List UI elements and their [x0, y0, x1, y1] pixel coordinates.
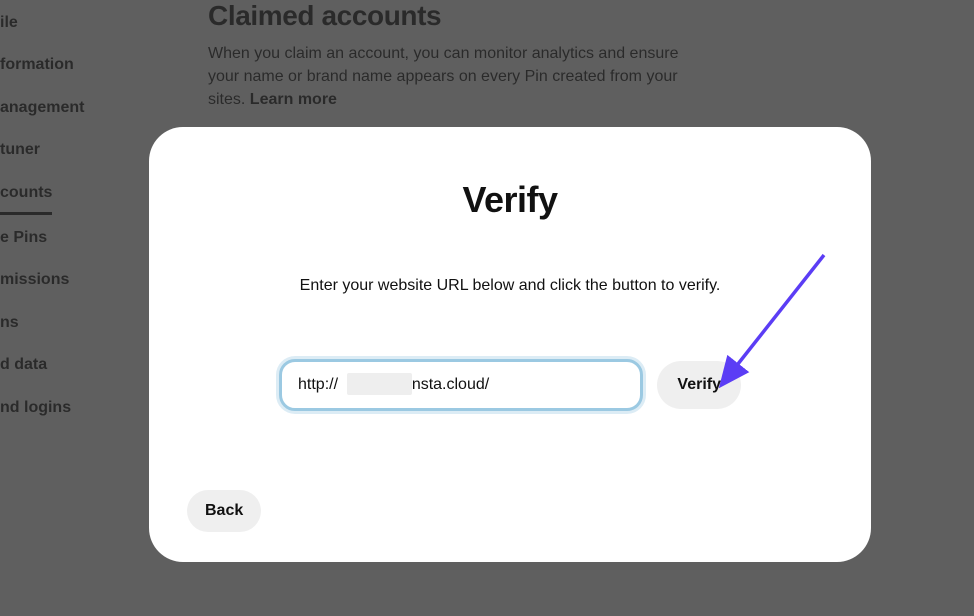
back-button[interactable]: Back: [187, 490, 261, 532]
website-url-input[interactable]: [279, 359, 643, 411]
redacted-segment: [347, 373, 412, 395]
url-input-wrap: [279, 359, 643, 411]
url-input-row: Verify: [189, 359, 831, 411]
modal-description: Enter your website URL below and click t…: [189, 277, 831, 295]
verify-button[interactable]: Verify: [657, 361, 741, 409]
modal-title: Verify: [189, 179, 831, 221]
verify-modal: Verify Enter your website URL below and …: [149, 127, 871, 562]
